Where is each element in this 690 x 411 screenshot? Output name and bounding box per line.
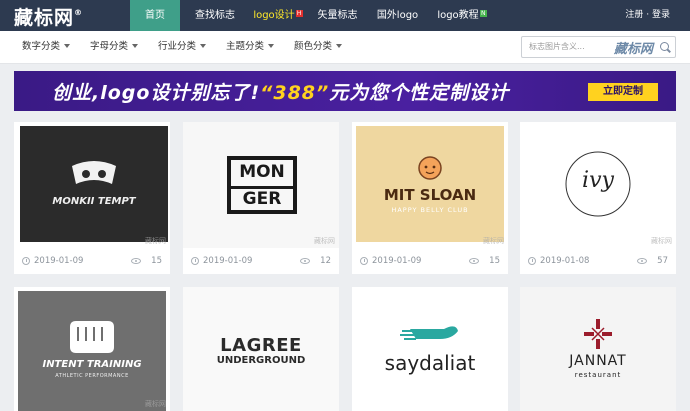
category-letters[interactable]: 字母分类	[90, 31, 139, 64]
promo-banner[interactable]: 创业,logo设计别忘了!“388”元为您个性定制设计 立即定制	[14, 71, 676, 111]
upload-date: 2019-01-09	[203, 256, 253, 266]
separator: ·	[646, 10, 650, 20]
clock-icon	[191, 257, 199, 265]
nav-vector-logos[interactable]: 矢量标志	[310, 0, 365, 31]
chevron-down-icon	[336, 44, 343, 48]
logo-wordmark: INTENT TRAINING	[42, 359, 142, 370]
clock-icon	[360, 257, 368, 265]
category-color[interactable]: 颜色分类	[294, 31, 343, 64]
logo-wordmark: MONKII TEMPT	[52, 196, 136, 207]
logo-image: MON GER	[227, 156, 297, 214]
logo-tagline: UNDERGROUND	[216, 355, 306, 366]
eye-icon	[300, 258, 310, 264]
logo-card[interactable]: JANNAT restaurant	[520, 287, 676, 411]
fist-icon	[70, 321, 114, 353]
view-count: 15	[151, 256, 162, 266]
auth-links: 注册 · 登录	[625, 0, 670, 31]
watermark: 藏标网	[145, 237, 166, 245]
nav-home[interactable]: 首页	[130, 0, 180, 31]
category-industry[interactable]: 行业分类	[158, 31, 207, 64]
card-meta: 2019-01-09 15	[14, 248, 170, 274]
upload-date: 2019-01-09	[34, 256, 84, 266]
monkey-icon	[72, 161, 116, 184]
logo-wordmark-top: MON	[239, 162, 285, 182]
bird-icon	[400, 326, 458, 340]
card-meta: 2019-01-08 57	[520, 248, 676, 274]
nav-logo-tutorials[interactable]: logo教程 N	[432, 0, 492, 31]
logo-thumbnail[interactable]: MONKII TEMPT 藏标网	[14, 122, 170, 248]
new-badge: N	[479, 10, 487, 17]
search-input[interactable]: 标志图片含义...	[529, 37, 585, 57]
logo-card[interactable]: INTENT TRAINING ATHLETIC PERFORMANCE 藏标网	[14, 287, 170, 411]
banner-text: 创业,logo设计别忘了!“388”元为您个性定制设计	[52, 82, 510, 104]
logo-thumbnail[interactable]: MON GER 藏标网	[183, 122, 339, 248]
logo-card[interactable]: MONKII TEMPT 藏标网 2019-01-09 15	[14, 122, 170, 274]
category-digits[interactable]: 数字分类	[22, 31, 71, 64]
logo-thumbnail[interactable]: ivy 藏标网	[520, 122, 676, 248]
logo-image: INTENT TRAINING ATHLETIC PERFORMANCE	[18, 291, 166, 411]
view-count: 57	[657, 256, 668, 266]
logo-thumbnail[interactable]: saydaliat	[352, 287, 508, 411]
view-count: 15	[489, 256, 500, 266]
logo-tagline: restaurant	[574, 371, 622, 379]
eye-icon	[637, 258, 647, 264]
logo-wordmark: LAGREE	[220, 335, 302, 356]
baby-face-icon	[418, 156, 442, 180]
watermark: 藏标网	[483, 237, 504, 245]
chevron-down-icon	[200, 44, 207, 48]
top-nav: 藏标网® 首页 查找标志 logo设计 H 矢量标志 国外logo logo教程 N…	[0, 0, 690, 31]
upload-date: 2019-01-09	[372, 256, 422, 266]
custom-design-button[interactable]: 立即定制	[588, 83, 658, 101]
chevron-down-icon	[64, 44, 71, 48]
search-icon[interactable]	[660, 42, 669, 51]
clock-icon	[22, 257, 30, 265]
register-link[interactable]: 注册	[625, 10, 643, 20]
search-brand-logo: 藏标网	[613, 42, 653, 57]
site-logo[interactable]: 藏标网®	[14, 3, 83, 30]
card-meta: 2019-01-09 12	[183, 248, 339, 274]
logo-wordmark-bottom: GER	[242, 189, 282, 209]
logo-card[interactable]: saydaliat	[352, 287, 508, 411]
logo-thumbnail[interactable]: INTENT TRAINING ATHLETIC PERFORMANCE 藏标网	[14, 287, 170, 411]
card-meta: 2019-01-09 15	[352, 248, 508, 274]
upload-date: 2019-01-08	[540, 256, 590, 266]
logo-image: MIT SLOAN HAPPY BELLY CLUB	[356, 126, 504, 242]
chevron-down-icon	[132, 44, 139, 48]
logo-card[interactable]: LAGREE UNDERGROUND	[183, 287, 339, 411]
clock-icon	[528, 257, 536, 265]
logo-tagline: HAPPY BELLY CLUB	[391, 206, 469, 214]
logo-wordmark: JANNAT	[569, 353, 627, 369]
nav-foreign-logos[interactable]: 国外logo	[370, 0, 425, 31]
logo-wordmark: MIT SLOAN	[383, 186, 477, 204]
logo-card[interactable]: MON GER 藏标网 2019-01-09 12	[183, 122, 339, 274]
view-count: 12	[320, 256, 331, 266]
category-theme[interactable]: 主题分类	[226, 31, 275, 64]
watermark: 藏标网	[314, 237, 335, 245]
logo-thumbnail[interactable]: LAGREE UNDERGROUND	[183, 287, 339, 411]
chevron-down-icon	[268, 44, 275, 48]
logo-thumbnail[interactable]: JANNAT restaurant	[520, 287, 676, 411]
logo-thumbnail[interactable]: MIT SLOAN HAPPY BELLY CLUB 藏标网	[352, 122, 508, 248]
logo-wordmark: saydaliat	[384, 351, 476, 375]
logo-wordmark: ivy	[582, 168, 614, 193]
login-link[interactable]: 登录	[652, 10, 670, 20]
eye-icon	[131, 258, 141, 264]
watermark: 藏标网	[145, 400, 166, 408]
logo-tagline: ATHLETIC PERFORMANCE	[55, 373, 129, 379]
hot-badge: H	[295, 10, 303, 17]
search-box[interactable]: 标志图片含义... 藏标网	[521, 36, 676, 58]
watermark: 藏标网	[651, 237, 672, 245]
nav-search-logos[interactable]: 查找标志	[187, 0, 243, 31]
logo-image: MONKII TEMPT	[20, 126, 168, 242]
logo-card[interactable]: ivy 藏标网 2019-01-08 57	[520, 122, 676, 274]
star-icon	[584, 319, 612, 349]
nav-logo-design[interactable]: logo设计 H	[248, 0, 308, 31]
eye-icon	[469, 258, 479, 264]
logo-card[interactable]: MIT SLOAN HAPPY BELLY CLUB 藏标网 2019-01-0…	[352, 122, 508, 274]
